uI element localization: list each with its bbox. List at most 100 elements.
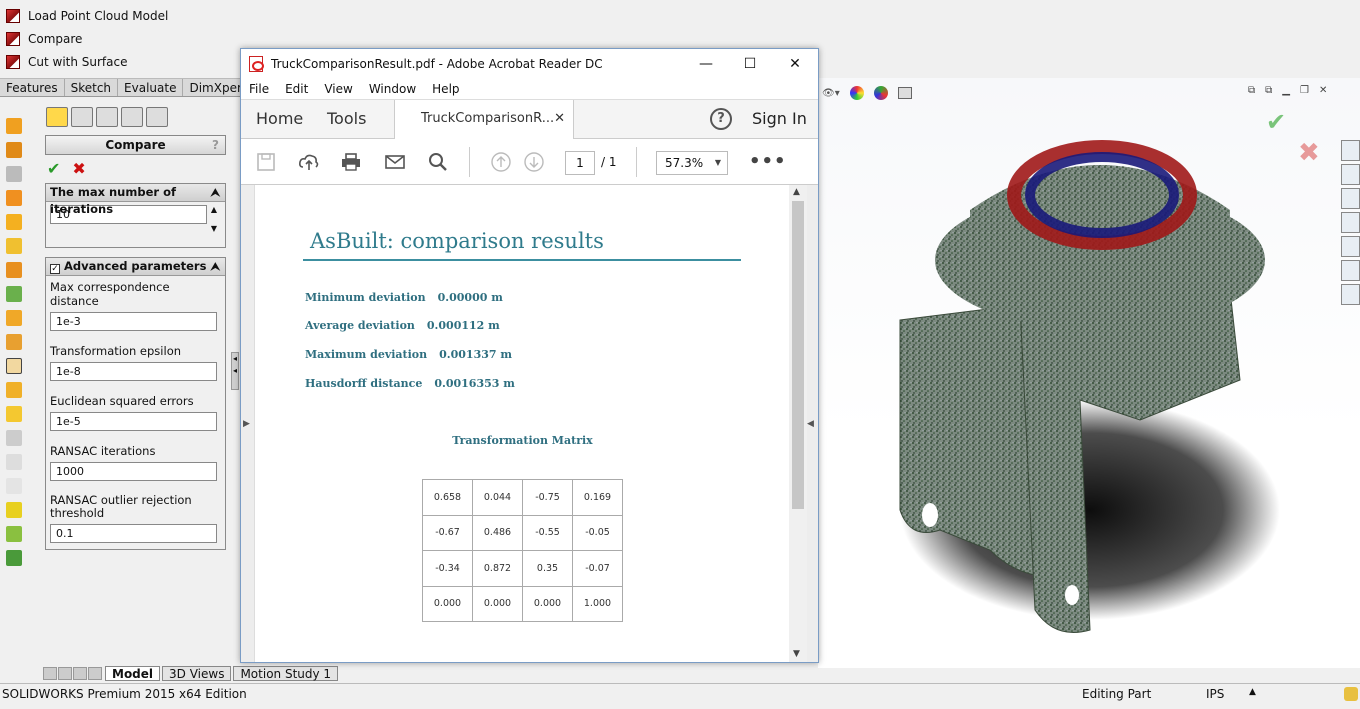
home-icon[interactable] — [1341, 140, 1360, 161]
close-tab-icon[interactable]: ✕ — [554, 100, 565, 138]
curve-icon[interactable] — [6, 550, 22, 566]
next-page-icon[interactable] — [523, 151, 545, 173]
compare-command[interactable]: Compare — [6, 29, 82, 49]
scroll-up-icon[interactable]: ▲ — [793, 187, 800, 197]
minimize-view-icon[interactable]: ▁ — [1282, 85, 1290, 96]
transformation-epsilon-input[interactable]: 1e-8 — [50, 362, 217, 381]
acrobat-titlebar[interactable]: TruckComparisonResult.pdf - Adobe Acroba… — [241, 49, 818, 79]
left-pane-toggle-icon[interactable]: ▶ — [243, 419, 250, 429]
dimxpert-icon[interactable] — [121, 107, 143, 127]
display-manager-icon[interactable] — [146, 107, 168, 127]
help-icon[interactable]: ? — [710, 108, 732, 130]
ransac-threshold-input[interactable]: 0.1 — [50, 524, 217, 543]
revolve-icon[interactable] — [6, 142, 22, 158]
menu-help[interactable]: Help — [432, 82, 459, 96]
sign-in-link[interactable]: Sign In — [752, 109, 807, 128]
menu-file[interactable]: File — [249, 82, 269, 96]
more-tools-icon[interactable]: ••• — [749, 151, 787, 172]
restore-view-icon[interactable]: ❐ — [1300, 85, 1309, 96]
sketch-icon[interactable] — [6, 526, 22, 542]
next-tab-icon[interactable] — [73, 667, 87, 680]
confirm-cancel-icon[interactable]: ✖ — [1298, 138, 1320, 168]
maximize-button[interactable]: ☐ — [735, 53, 765, 75]
extrude-icon[interactable] — [6, 118, 22, 134]
view-orientation-icon[interactable]: 👁▾ — [822, 88, 840, 99]
help-icon[interactable]: ? — [212, 136, 219, 154]
point-cloud-model[interactable] — [840, 130, 1280, 655]
appearances-icon[interactable] — [1341, 260, 1360, 281]
design-library-icon[interactable] — [1341, 188, 1360, 209]
menu-window[interactable]: Window — [369, 82, 416, 96]
print-icon[interactable] — [340, 151, 362, 173]
close-view-icon[interactable]: ✕ — [1319, 85, 1327, 96]
curves-icon[interactable] — [6, 454, 22, 470]
cut-with-surface-command[interactable]: Cut with Surface — [6, 52, 128, 72]
tab-motion-study[interactable]: Motion Study 1 — [233, 666, 339, 681]
email-icon[interactable] — [384, 151, 406, 173]
pattern-icon[interactable] — [6, 430, 22, 446]
boundary-icon[interactable] — [6, 214, 22, 230]
configuration-icon[interactable] — [96, 107, 118, 127]
intersect-icon[interactable] — [6, 358, 22, 374]
upload-icon[interactable] — [298, 151, 320, 173]
load-point-cloud-command[interactable]: Load Point Cloud Model — [6, 6, 168, 26]
max-correspondence-input[interactable]: 1e-3 — [50, 312, 217, 331]
iterations-group-header[interactable]: The max number of iterations ⮝ — [46, 184, 225, 216]
first-tab-icon[interactable] — [43, 667, 57, 680]
custom-properties-icon[interactable] — [1341, 284, 1360, 305]
units-arrow-icon[interactable]: ▲ — [1249, 687, 1256, 697]
scroll-down-icon[interactable]: ▼ — [793, 649, 800, 659]
last-tab-icon[interactable] — [88, 667, 102, 680]
view-palette-icon[interactable] — [1341, 236, 1360, 257]
rebuild-icon[interactable] — [1344, 687, 1358, 701]
collapse-icon[interactable]: ⮝ — [211, 258, 220, 275]
page-number-input[interactable]: 1 — [565, 151, 595, 175]
resources-icon[interactable] — [1341, 164, 1360, 185]
loft-icon[interactable] — [6, 190, 22, 206]
instant3d-icon[interactable] — [6, 502, 22, 518]
spin-down-icon[interactable]: ▼ — [207, 224, 221, 243]
ransac-iterations-input[interactable]: 1000 — [50, 462, 217, 481]
view-settings-icon[interactable] — [897, 87, 912, 99]
wrap-icon[interactable] — [6, 382, 22, 398]
search-icon[interactable] — [427, 151, 449, 173]
minimize-button[interactable]: — — [691, 53, 721, 75]
split-view-icon[interactable]: ⧉ — [1248, 85, 1255, 96]
zoom-select[interactable]: 57.3% — [656, 151, 728, 175]
mirror-icon[interactable] — [6, 406, 22, 422]
cancel-icon[interactable]: ✖ — [72, 159, 85, 178]
right-pane-toggle-icon[interactable]: ◀ — [807, 419, 814, 429]
tab-3d-views[interactable]: 3D Views — [162, 666, 232, 681]
tab-model[interactable]: Model — [105, 666, 161, 681]
link-view-icon[interactable]: ⧉ — [1265, 85, 1272, 96]
tab-features[interactable]: Features — [0, 79, 65, 96]
save-icon[interactable] — [255, 151, 277, 173]
rib-icon[interactable] — [6, 286, 22, 302]
draft-icon[interactable] — [6, 334, 22, 350]
close-button[interactable]: ✕ — [780, 53, 810, 75]
vertical-scrollbar[interactable]: ▲ ▼ — [789, 185, 807, 662]
appearance-icon[interactable] — [849, 86, 864, 100]
panel-splitter[interactable]: ◂ ◂ — [231, 352, 239, 390]
spin-up-icon[interactable]: ▲ — [207, 205, 221, 224]
reference-icon[interactable] — [6, 478, 22, 494]
euclidean-errors-input[interactable]: 1e-5 — [50, 412, 217, 431]
advanced-group-header[interactable]: ✓ Advanced parameters ⮝ — [46, 258, 225, 276]
tab-evaluate[interactable]: Evaluate — [118, 79, 184, 96]
document-tab[interactable]: TruckComparisonR... ✕ — [394, 100, 574, 140]
shell-icon[interactable] — [6, 310, 22, 326]
chamfer-icon[interactable] — [6, 262, 22, 278]
property-manager-icon[interactable] — [71, 107, 93, 127]
ok-icon[interactable]: ✔ — [47, 159, 60, 178]
menu-view[interactable]: View — [324, 82, 352, 96]
prev-tab-icon[interactable] — [58, 667, 72, 680]
tools-tab[interactable]: Tools — [327, 109, 366, 128]
file-explorer-icon[interactable] — [1341, 212, 1360, 233]
advanced-checkbox[interactable]: ✓ — [50, 264, 60, 274]
menu-edit[interactable]: Edit — [285, 82, 308, 96]
tab-sketch[interactable]: Sketch — [65, 79, 119, 96]
collapse-icon[interactable]: ⮝ — [211, 184, 220, 201]
feature-tree-icon[interactable] — [46, 107, 68, 127]
scroll-thumb[interactable] — [792, 201, 804, 509]
home-tab[interactable]: Home — [256, 109, 303, 128]
